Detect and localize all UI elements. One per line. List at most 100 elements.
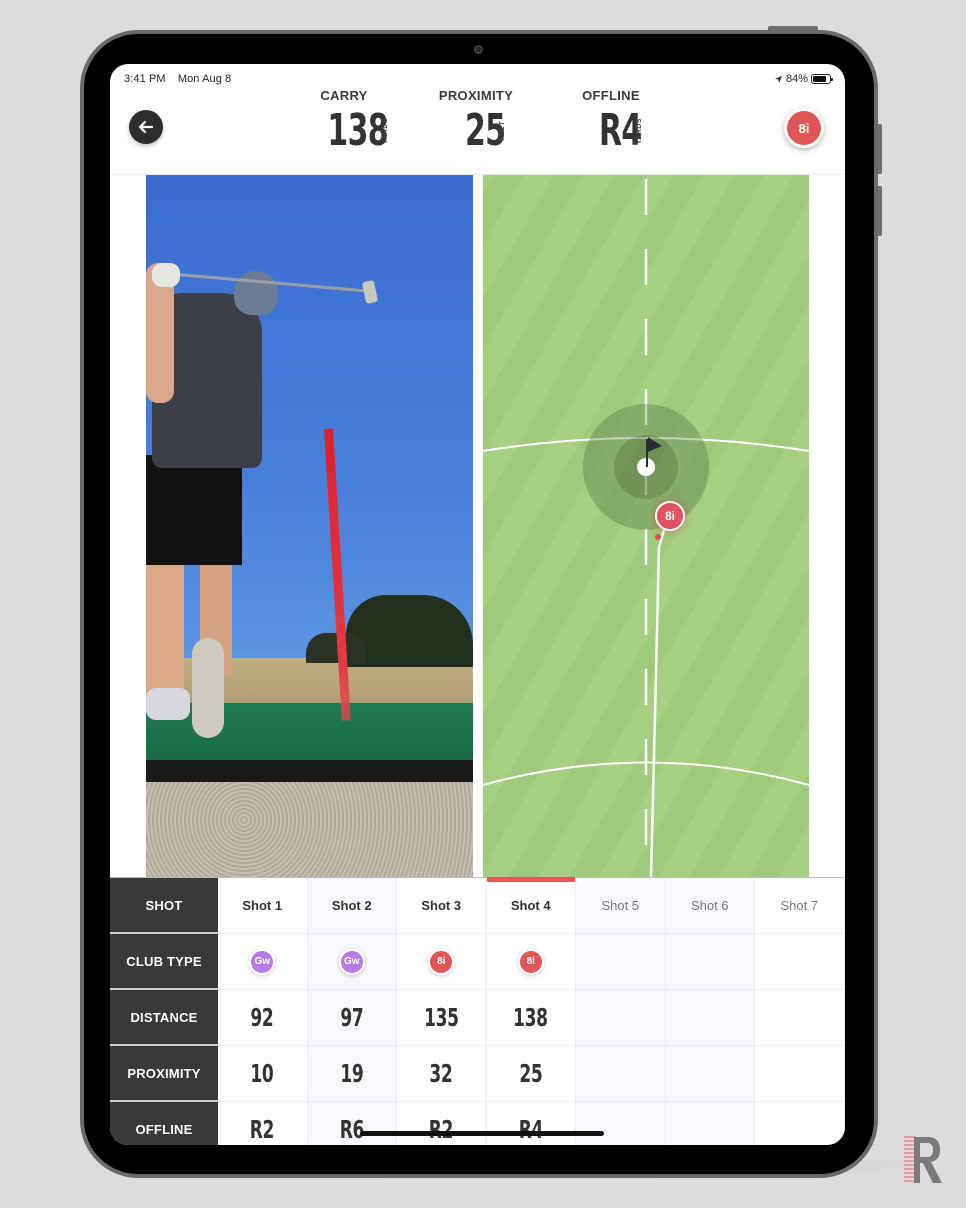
shot-row: SHOT Shot 1 Shot 2 Shot 3 Shot 4 Shot 5 Shot 6…	[110, 877, 845, 934]
shots-table: SHOT Shot 1 Shot 2 Shot 3 Shot 4 Shot 5 Shot 6…	[110, 877, 845, 1145]
shot-label: Shot 3	[421, 898, 462, 913]
offline-stat: OFFLINE R4 YARDS	[576, 88, 646, 157]
club-chip: 8i	[428, 948, 455, 975]
shot-tab[interactable]: Shot 5	[576, 878, 666, 934]
front-camera	[474, 45, 483, 54]
table-cell: 8i	[397, 934, 487, 990]
club-chip: Gw	[249, 948, 276, 975]
table-cell	[665, 990, 755, 1046]
carry-value: 138	[327, 105, 389, 156]
battery-percent: 84%	[785, 73, 808, 85]
shot-tab[interactable]: Shot 4	[486, 877, 576, 934]
golfer-glove	[152, 263, 180, 287]
shot-tab[interactable]: Shot 6	[665, 878, 755, 934]
shot-label: Shot 5	[601, 898, 640, 913]
table-cell: R2	[397, 1102, 487, 1145]
table-cell	[576, 990, 666, 1046]
golfer-shoe	[146, 688, 190, 720]
distance-value: 135	[424, 1003, 459, 1032]
table-cell	[665, 1102, 755, 1145]
swing-video[interactable]	[146, 175, 473, 877]
shot-map[interactable]: 8i	[483, 175, 809, 877]
table-cell: 135	[397, 990, 487, 1046]
table-cell	[755, 934, 845, 990]
landing-dot	[655, 534, 661, 540]
ball-flight-line	[649, 522, 668, 877]
status-bar-left: 3:41 PM Mon Aug 8	[124, 73, 240, 85]
offline-unit: YARDS	[635, 117, 643, 145]
table-cell	[576, 1102, 666, 1145]
offline-label: OFFLINE	[582, 88, 640, 103]
proximity-stat: PROXIMITY 25 FEET	[436, 88, 516, 157]
row-header: SHOT	[110, 878, 218, 934]
shot-label: Shot 7	[780, 898, 819, 913]
proximity-value: 19	[340, 1059, 364, 1088]
stage: 3:41 PM Mon Aug 8 84% CARRY 138 YARDS PR…	[0, 0, 966, 1208]
table-cell	[665, 934, 755, 990]
table-cell: 8i	[486, 934, 576, 990]
battery-icon	[811, 74, 833, 84]
distance-value: 138	[513, 1003, 549, 1032]
table-cell	[755, 1102, 845, 1145]
row-header: DISTANCE	[110, 990, 218, 1046]
shot-label: Shot 1	[242, 898, 283, 913]
row-header: CLUB TYPE	[110, 934, 218, 990]
table-cell: Gw	[218, 934, 308, 990]
row-header: PROXIMITY	[110, 1046, 218, 1102]
proximity-value: 32	[429, 1059, 453, 1088]
proximity-unit: FEET	[499, 121, 507, 141]
table-cell: R6	[307, 1102, 397, 1145]
table-cell: 10	[218, 1046, 308, 1102]
app-screen: 3:41 PM Mon Aug 8 84% CARRY 138 YARDS PR…	[110, 64, 845, 1145]
golfer-shoe	[192, 638, 224, 738]
golfer-shorts	[146, 455, 242, 565]
offline-row: OFFLINE R2 R6 R2 R4	[110, 1102, 845, 1145]
shot-tab[interactable]: Shot 1	[218, 878, 308, 934]
shot-map-graphics	[483, 175, 809, 877]
offline-value: R2	[429, 1115, 454, 1144]
shot-tab[interactable]: Shot 3	[397, 878, 487, 934]
arrow-left-icon	[138, 120, 154, 134]
proximity-row: PROXIMITY 10 19 32 25	[110, 1046, 845, 1102]
proximity-label: PROXIMITY	[438, 88, 514, 103]
table-cell	[576, 934, 666, 990]
shot-club-marker[interactable]: 8i	[655, 501, 685, 531]
golf-club-head	[361, 279, 379, 305]
home-indicator[interactable]	[360, 1131, 604, 1136]
shot-tab[interactable]: Shot 7	[755, 878, 845, 934]
battery-fill	[813, 76, 827, 82]
table-cell: 32	[397, 1046, 487, 1102]
table-cell	[755, 990, 845, 1046]
table-cell: R2	[218, 1102, 308, 1145]
club-selector-button[interactable]: 8i	[784, 108, 824, 148]
table-cell	[576, 1046, 666, 1102]
golfer-leg	[146, 565, 184, 695]
back-button[interactable]	[129, 110, 163, 144]
rapsodo-r-logo-icon	[904, 1136, 942, 1183]
proximity-value: 10	[250, 1059, 274, 1088]
location-arrow-icon	[774, 75, 783, 83]
table-cell: 25	[486, 1046, 576, 1102]
table-cell: 92	[218, 990, 308, 1046]
distance-row: DISTANCE 92 97 135 138	[110, 990, 845, 1046]
distance-value: 92	[250, 1003, 274, 1032]
carry-stat: CARRY 138 YARDS	[300, 88, 389, 157]
table-cell: 138	[486, 990, 576, 1046]
shot-tab[interactable]: Shot 2	[307, 878, 397, 934]
table-cell	[755, 1046, 845, 1102]
shot-label: Shot 4	[510, 898, 551, 913]
row-header: OFFLINE	[110, 1102, 218, 1145]
table-cell: 97	[307, 990, 397, 1046]
club-chip: Gw	[338, 948, 365, 975]
gravel-ground	[146, 782, 473, 877]
shot-label: Shot 6	[690, 898, 729, 913]
proximity-value: 25	[519, 1059, 543, 1088]
status-bar-right: 84%	[774, 73, 833, 85]
offline-value: R4	[518, 1115, 544, 1144]
offline-value: R2	[250, 1115, 275, 1144]
club-type-row: CLUB TYPE Gw Gw 8i 8i	[110, 934, 845, 990]
carry-label: CARRY	[320, 88, 368, 103]
shot-label: Shot 2	[331, 898, 372, 913]
table-cell: Gw	[307, 934, 397, 990]
club-chip: 8i	[517, 948, 544, 975]
